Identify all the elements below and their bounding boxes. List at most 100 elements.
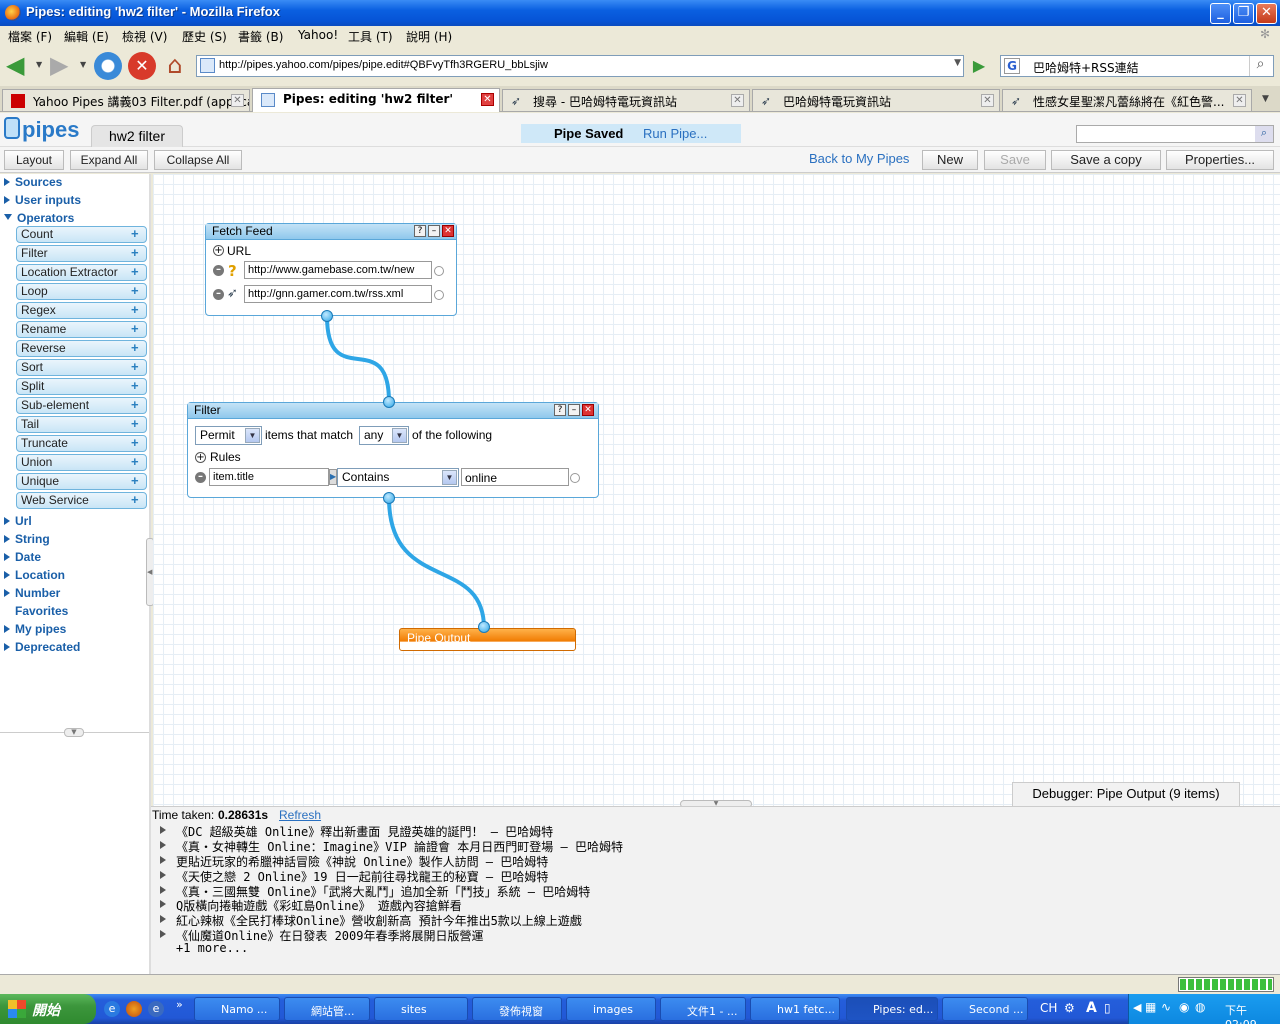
menu-yahoo[interactable]: Yahoo!	[298, 28, 338, 42]
operator-count[interactable]: Count +	[16, 226, 147, 243]
menu-view[interactable]: 檢視 (V)	[122, 28, 167, 45]
home-icon[interactable]: ⌂	[162, 52, 188, 78]
operator-rename[interactable]: Rename +	[16, 321, 147, 338]
output-input-terminal[interactable]	[478, 621, 490, 633]
sidebar-string[interactable]: String	[4, 532, 50, 546]
add-icon[interactable]: +	[131, 246, 142, 259]
tab-close-icon[interactable]: ✕	[731, 94, 744, 107]
collapse-all-button[interactable]: Collapse All	[154, 150, 242, 170]
ime-icon[interactable]: ⚙	[1064, 1001, 1075, 1015]
url-dropdown-icon[interactable]: ▼	[954, 58, 961, 68]
operator-web-service[interactable]: Web Service +	[16, 492, 147, 509]
network-icon[interactable]: ▦	[1145, 1000, 1156, 1014]
sidebar-operators[interactable]: Operators	[4, 211, 74, 225]
operator-location-extractor[interactable]: Location Extractor +	[16, 264, 147, 281]
pipes-logo[interactable]: pipes	[22, 117, 79, 143]
menu-edit[interactable]: 編輯 (E)	[64, 28, 109, 45]
sidebar-my-pipes[interactable]: My pipes	[4, 622, 66, 636]
properties-button[interactable]: Properties...	[1166, 150, 1274, 170]
help-icon[interactable]: ?	[554, 404, 566, 416]
minimize-module-icon[interactable]: –	[428, 225, 440, 237]
tab-close-icon[interactable]: ✕	[981, 94, 994, 107]
sidebar-location[interactable]: Location	[4, 568, 65, 582]
task-site-manager[interactable]: 網站管...	[284, 997, 370, 1021]
operator-filter[interactable]: Filter +	[16, 245, 147, 262]
sidebar-date[interactable]: Date	[4, 550, 41, 564]
pipes-search-input[interactable]: ⌕	[1076, 125, 1274, 143]
maximize-button[interactable]: ❐	[1233, 3, 1254, 24]
layout-button[interactable]: Layout	[4, 150, 64, 170]
tab-close-icon[interactable]: ✕	[1233, 94, 1246, 107]
close-module-icon[interactable]: ✕	[582, 404, 594, 416]
sidebar-number[interactable]: Number	[4, 586, 60, 600]
add-icon[interactable]: +	[131, 474, 142, 487]
debugger-tab[interactable]: Debugger: Pipe Output (9 items)	[1012, 782, 1240, 806]
operator-tail[interactable]: Tail +	[16, 416, 147, 433]
clock[interactable]: 下午 02:09	[1225, 1002, 1280, 1024]
tab-list-icon[interactable]: ▼	[1262, 94, 1269, 104]
task-namo[interactable]: Namo ...	[194, 997, 280, 1021]
go-arrow-icon[interactable]: ▶	[968, 55, 990, 77]
menu-bookmarks[interactable]: 書籤 (B)	[238, 28, 283, 45]
forward-dropdown-icon[interactable]: ▼	[80, 60, 86, 69]
save-copy-button[interactable]: Save a copy	[1051, 150, 1161, 170]
operator-union[interactable]: Union +	[16, 454, 147, 471]
field-picker-icon[interactable]: ▶	[329, 469, 337, 485]
search-bar[interactable]: G 巴哈姆特+RSS連結 ⌕	[1000, 55, 1274, 77]
sidebar-user-inputs[interactable]: User inputs	[4, 193, 81, 207]
sidebar-sources[interactable]: Sources	[4, 175, 62, 189]
remove-url-icon[interactable]: –	[213, 265, 224, 276]
back-arrow-icon[interactable]: ◀	[6, 53, 32, 78]
task-pipes[interactable]: Pipes: ed...	[846, 997, 938, 1021]
tab-news[interactable]: ➶ 性感女星聖潔凡蕾絲將在《紅色警... ✕	[1002, 89, 1252, 111]
menu-file[interactable]: 檔案 (F)	[8, 28, 52, 45]
url-bar[interactable]: http://pipes.yahoo.com/pipes/pipe.edit#Q…	[196, 55, 964, 77]
add-icon[interactable]: +	[131, 436, 142, 449]
rule-value-terminal[interactable]	[570, 473, 580, 483]
sidebar-splitter-handle[interactable]: ▼	[64, 728, 84, 737]
operator-truncate[interactable]: Truncate +	[16, 435, 147, 452]
help-icon[interactable]: ?	[414, 225, 426, 237]
back-dropdown-icon[interactable]: ▼	[36, 60, 42, 69]
add-icon[interactable]: +	[131, 379, 142, 392]
refresh-link[interactable]: Refresh	[279, 808, 321, 822]
search-magnifier-icon[interactable]: ⌕	[1249, 56, 1271, 76]
pipe-name-tab[interactable]: hw2 filter	[91, 125, 183, 147]
menu-history[interactable]: 歷史 (S)	[182, 28, 227, 45]
filter-input-terminal[interactable]	[383, 396, 395, 408]
rule-field-input[interactable]: item.title	[209, 468, 329, 486]
filter-output-terminal[interactable]	[383, 492, 395, 504]
rule-value-input[interactable]: online	[461, 468, 569, 486]
sidebar-url[interactable]: Url	[4, 514, 32, 528]
reload-icon[interactable]	[94, 52, 122, 80]
remove-url-icon[interactable]: –	[213, 289, 224, 300]
expand-all-button[interactable]: Expand All	[70, 150, 148, 170]
operator-unique[interactable]: Unique +	[16, 473, 147, 490]
minimize-button[interactable]: _	[1210, 3, 1231, 24]
fetch-feed-module[interactable]: Fetch Feed ? – ✕ + URL – ? http://www.ga…	[205, 223, 457, 316]
task-second[interactable]: Second ...	[942, 997, 1028, 1021]
tab-search-bahamut[interactable]: ➶ 搜尋 - 巴哈姆特電玩資訊站 ✕	[502, 89, 750, 111]
menu-help[interactable]: 說明 (H)	[406, 28, 452, 45]
font-icon[interactable]: A	[1086, 1000, 1097, 1016]
more-items-link[interactable]: +1 more...	[176, 941, 248, 955]
back-to-my-pipes-link[interactable]: Back to My Pipes	[809, 151, 909, 166]
add-icon[interactable]: +	[131, 227, 142, 240]
google-icon[interactable]: G	[1004, 58, 1020, 74]
task-sites[interactable]: sites	[374, 997, 468, 1021]
tray-app-icon[interactable]: ◍	[1195, 1000, 1205, 1014]
remove-rule-icon[interactable]: –	[195, 472, 206, 483]
tray-expand-icon[interactable]: ◀	[1133, 1001, 1141, 1014]
add-icon[interactable]: +	[131, 398, 142, 411]
rule-operator-select[interactable]: Contains ▼	[337, 468, 459, 487]
save-button[interactable]: Save	[984, 150, 1046, 170]
close-module-icon[interactable]: ✕	[442, 225, 454, 237]
feed-url-input-1[interactable]: http://www.gamebase.com.tw/new	[244, 261, 432, 279]
add-icon[interactable]: +	[131, 455, 142, 468]
fetch-output-terminal[interactable]	[321, 310, 333, 322]
pipes-search-icon[interactable]: ⌕	[1255, 126, 1273, 142]
ie-quicklaunch-icon[interactable]: e	[104, 1001, 120, 1017]
operator-sub-element[interactable]: Sub-element +	[16, 397, 147, 414]
add-icon[interactable]: +	[131, 303, 142, 316]
add-icon[interactable]: +	[131, 265, 142, 278]
